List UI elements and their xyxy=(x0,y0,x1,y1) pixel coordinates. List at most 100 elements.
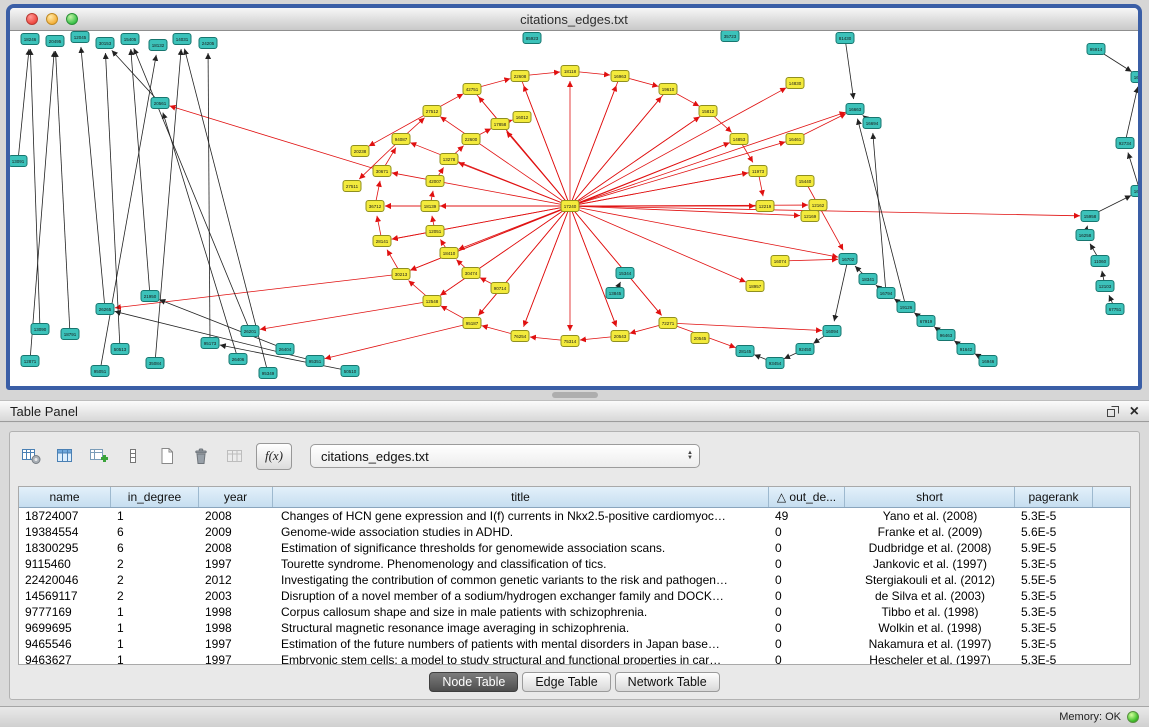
table-mode-button[interactable] xyxy=(18,443,44,469)
graph-node[interactable]: 18957 xyxy=(746,281,764,292)
graph-node[interactable]: 18132 xyxy=(149,40,167,51)
graph-node[interactable]: 20561 xyxy=(151,98,169,109)
graph-node[interactable]: 20545 xyxy=(691,333,709,344)
graph-node[interactable]: 12169 xyxy=(801,211,819,222)
graph-node[interactable]: 72271 xyxy=(659,318,677,329)
graph-node[interactable]: 16074 xyxy=(771,256,789,267)
graph-node[interactable]: 42751 xyxy=(463,84,481,95)
graph-node[interactable]: 12219 xyxy=(756,201,774,212)
network-canvas-svg[interactable]: 1724012219722712054375314762549518712548… xyxy=(10,31,1138,386)
network-canvas[interactable]: 1724012219722712054375314762549518712548… xyxy=(10,31,1138,386)
graph-node[interactable]: 15440 xyxy=(796,176,814,187)
graph-node[interactable]: 11973 xyxy=(749,166,767,177)
graph-node[interactable]: 11060 xyxy=(1091,256,1109,267)
graph-node[interactable]: 42007 xyxy=(426,176,444,187)
column-list-button[interactable] xyxy=(120,443,146,469)
graph-node[interactable]: 14853 xyxy=(730,134,748,145)
graph-node[interactable]: 35084 xyxy=(146,358,164,369)
graph-node[interactable]: 12548 xyxy=(423,296,441,307)
graph-node[interactable]: 17858 xyxy=(491,119,509,130)
graph-node[interactable]: 67751 xyxy=(1106,304,1124,315)
graph-node[interactable]: 28145 xyxy=(736,346,754,357)
column-header-in_degree[interactable]: in_degree xyxy=(111,487,199,507)
table-row[interactable]: 1938455462009Genome-wide association stu… xyxy=(19,524,1130,540)
zoom-window-button[interactable] xyxy=(66,13,78,25)
graph-node[interactable]: 95187 xyxy=(463,318,481,329)
graph-node[interactable]: 20543 xyxy=(611,331,629,342)
graph-node[interactable]: 16143 xyxy=(1131,186,1138,197)
delete-table-button[interactable] xyxy=(188,443,214,469)
graph-node[interactable]: 16663 xyxy=(846,104,864,115)
graph-node[interactable]: 16946 xyxy=(979,356,997,367)
table-row[interactable]: 969969511998Structural magnetic resonanc… xyxy=(19,620,1130,636)
graph-node[interactable]: 27511 xyxy=(343,181,361,192)
graph-node[interactable]: 19610 xyxy=(659,84,677,95)
graph-node[interactable]: 50513 xyxy=(111,344,129,355)
column-header-name[interactable]: name xyxy=(19,487,111,507)
graph-node[interactable]: 16258 xyxy=(1076,230,1094,241)
graph-node[interactable]: 95349 xyxy=(259,368,277,379)
graph-node[interactable]: 21950 xyxy=(141,291,159,302)
graph-node[interactable]: 81430 xyxy=(836,33,854,44)
graph-node[interactable]: 92450 xyxy=(796,344,814,355)
graph-node[interactable]: 19126 xyxy=(897,302,915,313)
graph-node[interactable]: 30474 xyxy=(462,268,480,279)
table-row[interactable]: 946554611997Estimation of the future num… xyxy=(19,636,1130,652)
graph-node[interactable]: 13278 xyxy=(440,154,458,165)
graph-node[interactable]: 13090 xyxy=(31,324,49,335)
column-header-year[interactable]: year xyxy=(199,487,273,507)
graph-node[interactable]: 20238 xyxy=(351,146,369,157)
table-row[interactable]: 1456911722003Disruption of a novel membe… xyxy=(19,588,1130,604)
graph-node[interactable]: 76254 xyxy=(511,331,529,342)
graph-node[interactable]: 14830 xyxy=(786,78,804,89)
table-row[interactable]: 911546021997Tourette syndrome. Phenomeno… xyxy=(19,556,1130,572)
graph-node[interactable]: 95351 xyxy=(306,356,324,367)
function-builder-button[interactable]: f(x) xyxy=(256,443,292,470)
graph-node[interactable]: 18341 xyxy=(859,274,877,285)
graph-node[interactable]: 94087 xyxy=(392,134,410,145)
show-columns-button[interactable] xyxy=(52,443,78,469)
graph-node[interactable]: 16963 xyxy=(611,71,629,82)
graph-node[interactable]: 30213 xyxy=(392,269,410,280)
graph-node[interactable]: 26406 xyxy=(229,354,247,365)
graph-node[interactable]: 93454 xyxy=(766,358,784,369)
graph-node[interactable]: 96463 xyxy=(937,330,955,341)
graph-node[interactable]: 15405 xyxy=(121,34,139,45)
tab-edge-table[interactable]: Edge Table xyxy=(522,672,610,692)
add-column-button[interactable] xyxy=(86,443,112,469)
graph-node[interactable]: 26404 xyxy=(276,344,294,355)
graph-node[interactable]: 30671 xyxy=(373,166,391,177)
graph-node[interactable]: 90714 xyxy=(491,283,509,294)
graph-node[interactable]: 16694 xyxy=(863,118,881,129)
graph-node[interactable]: 16746 xyxy=(1131,72,1138,83)
graph-node[interactable]: 12045 xyxy=(71,32,89,43)
column-header-out_de[interactable]: △ out_de... xyxy=(769,487,845,507)
column-header-pagerank[interactable]: pagerank xyxy=(1015,487,1093,507)
column-header-title[interactable]: title xyxy=(273,487,769,507)
table-row[interactable]: 1830029562008Estimation of significance … xyxy=(19,540,1130,556)
table-row[interactable]: 2242004622012Investigating the contribut… xyxy=(19,572,1130,588)
graph-node[interactable]: 13091 xyxy=(10,156,27,167)
graph-node[interactable]: 92734 xyxy=(1116,138,1134,149)
import-table-button[interactable] xyxy=(222,443,248,469)
graph-node[interactable]: 20495 xyxy=(46,36,64,47)
graph-node[interactable]: 12051 xyxy=(426,226,444,237)
table-row[interactable]: 946362711997Embryonic stem cells: a mode… xyxy=(19,652,1130,664)
graph-node[interactable]: 14031 xyxy=(173,34,191,45)
graph-node[interactable]: 15344 xyxy=(616,268,634,279)
graph-node[interactable]: 18410 xyxy=(440,248,458,259)
graph-node[interactable]: 24205 xyxy=(199,38,217,49)
canvas-horizontal-scrollbar[interactable] xyxy=(552,392,598,398)
graph-node[interactable]: 18791 xyxy=(61,329,79,340)
graph-node[interactable]: 30153 xyxy=(96,38,114,49)
table-select-combobox[interactable]: citations_edges.txt ▲ ▼ xyxy=(310,444,700,468)
graph-node[interactable]: 36712 xyxy=(366,201,384,212)
new-table-button[interactable] xyxy=(154,443,180,469)
graph-node[interactable]: 16794 xyxy=(877,288,895,299)
graph-node[interactable]: 28141 xyxy=(373,236,391,247)
graph-node[interactable]: 15958 xyxy=(1081,211,1099,222)
graph-node[interactable]: 12871 xyxy=(21,356,39,367)
graph-node[interactable]: 18246 xyxy=(21,34,39,45)
graph-node[interactable]: 27512 xyxy=(423,106,441,117)
graph-node[interactable]: 35723 xyxy=(721,31,739,42)
